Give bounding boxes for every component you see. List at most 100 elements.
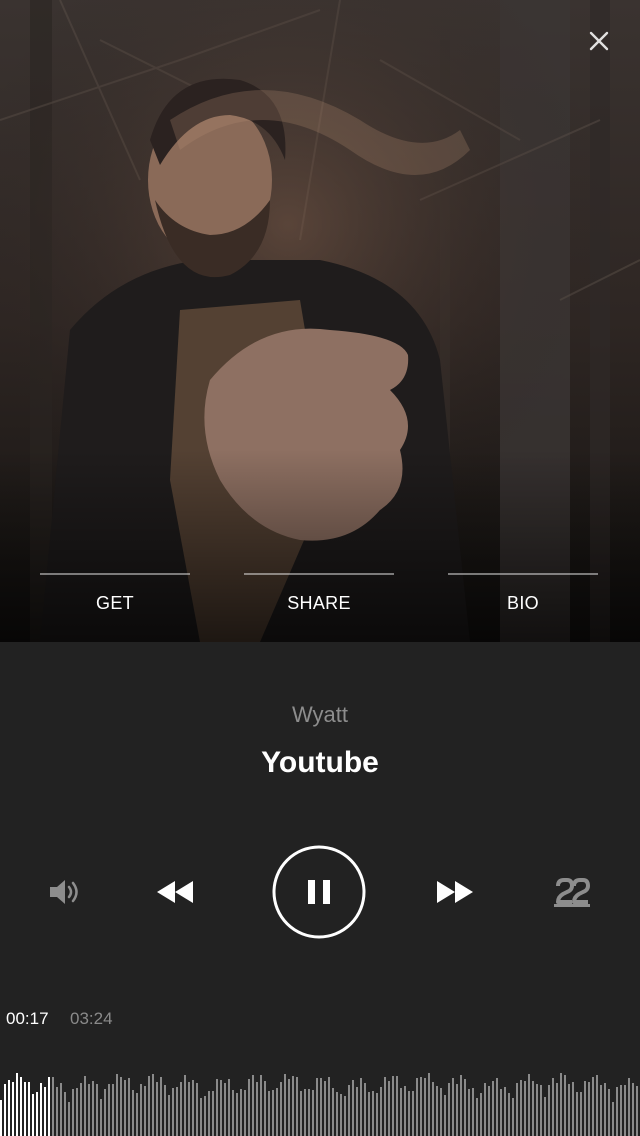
waveform-bar: [124, 1080, 126, 1136]
waveform-bar: [84, 1076, 86, 1136]
waveform-bar: [140, 1084, 142, 1136]
waveform-bar: [276, 1088, 278, 1136]
waveform-bar: [436, 1086, 438, 1136]
volume-icon: [50, 880, 78, 904]
waveform-bar: [160, 1077, 162, 1136]
waveform-bar: [488, 1086, 490, 1136]
waveform-bar: [320, 1078, 322, 1136]
waveform-bar: [624, 1085, 626, 1136]
waveform-bar: [476, 1098, 478, 1136]
waveform-bar: [220, 1080, 222, 1136]
waveform-bar: [616, 1087, 618, 1136]
waveform-bar: [12, 1082, 14, 1136]
waveform-bar: [224, 1083, 226, 1136]
waveform-bar: [420, 1077, 422, 1136]
waveform-bar: [460, 1075, 462, 1136]
waveform-bar: [172, 1088, 174, 1136]
waveform-bar: [572, 1082, 574, 1136]
waveform-bar: [132, 1090, 134, 1136]
waveform-bar: [364, 1083, 366, 1136]
waveform-bar: [452, 1078, 454, 1136]
waveform-bar: [416, 1078, 418, 1136]
waveform-bar: [448, 1083, 450, 1136]
waveform-bar: [384, 1077, 386, 1136]
fast-forward-button[interactable]: [428, 870, 482, 914]
total-time: 03:24: [70, 1009, 113, 1028]
waveform-bar: [464, 1079, 466, 1136]
waveform-bar: [592, 1077, 594, 1136]
waveform-bar: [348, 1085, 350, 1136]
waveform-bar: [236, 1093, 238, 1136]
waveform-bar: [136, 1093, 138, 1136]
waveform-bar: [536, 1084, 538, 1136]
waveform-bar: [108, 1084, 110, 1136]
waveform-bar: [596, 1075, 598, 1136]
waveform-bar: [228, 1079, 230, 1136]
waveform-bar: [520, 1080, 522, 1136]
waveform-bar: [556, 1083, 558, 1136]
waveform-bar: [244, 1090, 246, 1136]
waveform-bar: [56, 1087, 58, 1136]
fast-forward-icon: [437, 881, 473, 903]
waveform-bar: [368, 1092, 370, 1136]
waveform-scrubber[interactable]: [0, 1064, 640, 1136]
waveform-bar: [588, 1082, 590, 1136]
rewind-button[interactable]: [148, 870, 202, 914]
waveform-bar: [52, 1077, 54, 1136]
waveform-bar: [528, 1074, 530, 1136]
waveform-bar: [8, 1080, 10, 1136]
waveform-bar: [512, 1098, 514, 1136]
waveform-bar: [28, 1082, 30, 1136]
waveform-bar: [376, 1093, 378, 1136]
waveform-bar: [628, 1078, 630, 1136]
waveform-bar: [156, 1082, 158, 1136]
playback-controls: [0, 845, 640, 939]
pause-button[interactable]: [272, 845, 366, 939]
waveform-bar: [168, 1095, 170, 1136]
waveform-bar: [252, 1075, 254, 1136]
waveform-bar: [328, 1077, 330, 1136]
waveform-bar: [332, 1088, 334, 1136]
waveform-bar: [20, 1077, 22, 1136]
waveform-bar: [88, 1084, 90, 1136]
waveform-bar: [564, 1075, 566, 1136]
waveform-bar: [548, 1085, 550, 1136]
waveform-bar: [324, 1081, 326, 1136]
track-info: Wyatt Youtube: [0, 642, 640, 780]
waveform-bar: [308, 1089, 310, 1136]
waveform-bar: [232, 1090, 234, 1136]
waveform-bar: [32, 1094, 34, 1136]
bio-button[interactable]: BIO: [448, 573, 598, 614]
waveform-bar: [92, 1081, 94, 1136]
waveform-bar: [424, 1078, 426, 1136]
waveform-bar: [300, 1091, 302, 1136]
waveform-bar: [68, 1102, 70, 1136]
waveform-bar: [204, 1096, 206, 1136]
waveform-bar: [484, 1083, 486, 1136]
close-button[interactable]: [582, 24, 616, 58]
waveform-bar: [636, 1086, 638, 1136]
waveform-bar: [100, 1099, 102, 1136]
waveform-bar: [560, 1073, 562, 1136]
waveform-bar: [372, 1091, 374, 1136]
share-button[interactable]: SHARE: [244, 573, 394, 614]
waveform-bar: [36, 1092, 38, 1136]
volume-button[interactable]: [40, 870, 90, 914]
get-button[interactable]: GET: [40, 573, 190, 614]
waveform-bar: [340, 1094, 342, 1136]
repeat-button[interactable]: [546, 870, 598, 914]
waveform-bar: [524, 1081, 526, 1136]
waveform-bar: [388, 1081, 390, 1136]
waveform-bar: [432, 1082, 434, 1136]
waveform-bar: [304, 1089, 306, 1136]
waveform-bar: [44, 1087, 46, 1136]
artist-name: Wyatt: [291, 702, 349, 727]
waveform-bar: [264, 1081, 266, 1136]
waveform-bar: [104, 1089, 106, 1136]
waveform-bar: [116, 1074, 118, 1136]
close-icon: [589, 31, 609, 51]
waveform-bar: [412, 1091, 414, 1136]
waveform-bar: [280, 1082, 282, 1136]
waveform-bar: [120, 1077, 122, 1136]
waveform-bar: [576, 1092, 578, 1136]
